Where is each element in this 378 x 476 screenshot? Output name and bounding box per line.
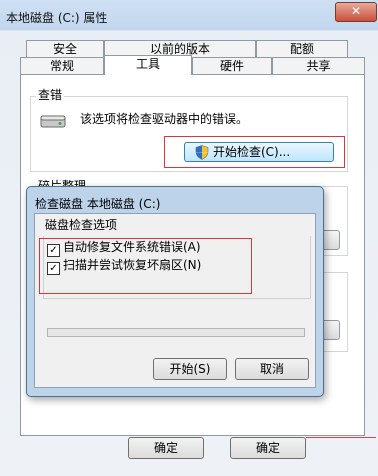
- options-title: 磁盘检查选项: [45, 218, 118, 232]
- tab-sharing[interactable]: 共享: [272, 57, 365, 74]
- progress-bar: [47, 328, 305, 337]
- highlight-box-partial: [306, 437, 376, 460]
- error-check-title: 查错: [36, 86, 65, 103]
- error-check-description: 该选项将检查驱动器中的错误。: [80, 112, 249, 126]
- tab-quota[interactable]: 配额: [256, 40, 348, 57]
- close-icon: ✕: [350, 4, 362, 18]
- highlight-box-check: [164, 136, 345, 168]
- dialog-cancel-button[interactable]: 取消: [235, 358, 309, 380]
- tab-general[interactable]: 常规: [20, 57, 104, 74]
- dialog-start-button[interactable]: 开始(S): [153, 358, 227, 380]
- tab-hardware[interactable]: 硬件: [192, 57, 272, 74]
- tab-security[interactable]: 安全: [26, 40, 104, 57]
- dialog-title: 检查磁盘 本地磁盘 (C:): [35, 197, 161, 211]
- disk-drive-icon: [40, 115, 66, 128]
- highlight-box-options: [39, 238, 252, 294]
- ok-button-2[interactable]: 确定: [230, 437, 306, 459]
- tab-tools[interactable]: 工具: [104, 55, 192, 75]
- ok-button[interactable]: 确定: [128, 437, 204, 459]
- window-title: 本地磁盘 (C:) 属性: [6, 11, 108, 25]
- close-button[interactable]: ✕: [335, 2, 377, 22]
